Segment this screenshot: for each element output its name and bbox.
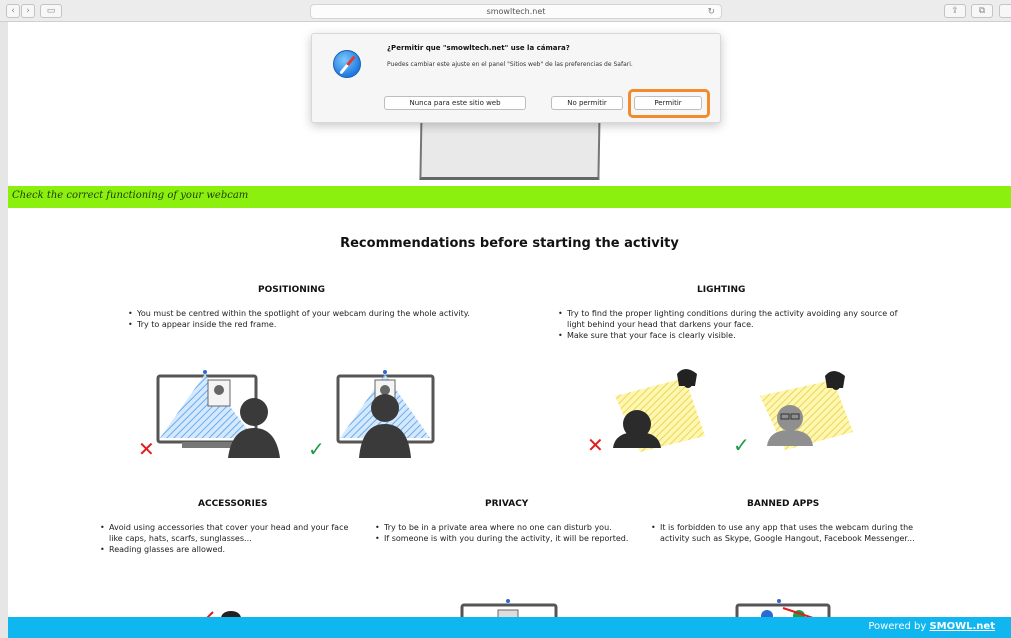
list-item: Make sure that your face is clearly visi… [557, 330, 902, 341]
url-text: smowltech.net [486, 7, 546, 16]
accessories-heading: ACCESSORIES [198, 499, 268, 509]
share-button[interactable]: ⇪ [944, 4, 966, 18]
list-item: Try to be in a private area where no one… [374, 522, 636, 533]
never-for-site-button[interactable]: Nunca para este sitio web [384, 96, 526, 110]
powered-by-prefix: Powered by [868, 621, 930, 632]
page-title: Recommendations before starting the acti… [340, 236, 679, 251]
list-item: If someone is with you during the activi… [374, 533, 636, 544]
lighting-illustration: ✕ ✓ [587, 369, 853, 457]
accessories-list: Avoid using accessories that cover your … [99, 522, 359, 555]
list-item: Try to find the proper lighting conditio… [557, 308, 902, 330]
browser-toolbar: ‹ › ▭ smowltech.net ↻ ⇪ ⧉ [0, 0, 1011, 22]
positioning-list: You must be centred within the spotlight… [127, 308, 472, 330]
correct-lighting-example: ✓ [733, 371, 853, 457]
webcam-check-banner: Check the correct functioning of your we… [8, 186, 1011, 208]
sidebar-icon: ▭ [46, 6, 56, 16]
dialog-title: ¿Permitir que "smowltech.net" use la cám… [387, 44, 570, 52]
accessories-illustration [206, 611, 241, 618]
tabs-button[interactable]: ⧉ [971, 4, 993, 18]
privacy-illustration [460, 599, 558, 618]
sidebar-button[interactable]: ▭ [40, 4, 62, 18]
list-item: It is forbidden to use any app that uses… [650, 522, 915, 544]
list-item: Avoid using accessories that cover your … [99, 522, 359, 544]
privacy-list: Try to be in a private area where no one… [374, 522, 636, 544]
positioning-heading: POSITIONING [258, 285, 326, 295]
check-icon: ✓ [308, 437, 325, 460]
window-edge [0, 22, 8, 638]
list-item: Reading glasses are allowed. [99, 544, 359, 555]
check-icon: ✓ [733, 433, 750, 457]
deny-button[interactable]: No permitir [551, 96, 623, 110]
tabs-icon: ⧉ [978, 6, 986, 16]
forward-button[interactable]: › [21, 4, 35, 18]
list-item: You must be centred within the spotlight… [127, 308, 472, 319]
privacy-heading: PRIVACY [485, 499, 529, 509]
positioning-illustration: ✕ ✓ [138, 370, 435, 460]
list-item: Try to appear inside the red frame. [127, 319, 472, 330]
new-tab-button[interactable] [999, 4, 1011, 18]
banned-apps-illustration [735, 599, 831, 618]
reload-icon[interactable]: ↻ [707, 5, 715, 19]
lighting-heading: LIGHTING [697, 285, 746, 295]
back-button[interactable]: ‹ [6, 4, 20, 18]
camera-permission-dialog: ¿Permitir que "smowltech.net" use la cám… [311, 33, 721, 123]
smowl-link[interactable]: SMOWL.net [929, 621, 995, 632]
safari-compass-icon [333, 50, 361, 78]
address-bar[interactable]: smowltech.net ↻ [310, 4, 722, 19]
forward-icon: › [26, 6, 30, 16]
banner-text: Check the correct functioning of your we… [12, 190, 249, 201]
dialog-message: Puedes cambiar este ajuste en el panel "… [387, 61, 633, 68]
back-icon: ‹ [11, 6, 15, 16]
correct-position-example: ✓ [308, 370, 435, 460]
banned-apps-list: It is forbidden to use any app that uses… [650, 522, 915, 544]
cross-icon: ✕ [138, 437, 155, 460]
allow-button[interactable]: Permitir [634, 96, 702, 110]
powered-by: Powered by SMOWL.net [868, 621, 995, 632]
cross-icon: ✕ [587, 433, 604, 457]
lighting-list: Try to find the proper lighting conditio… [557, 308, 902, 341]
footer-bar: Powered by SMOWL.net [8, 617, 1011, 638]
banned-apps-heading: BANNED APPS [747, 499, 820, 509]
wrong-lighting-example: ✕ [587, 369, 705, 457]
wrong-position-example: ✕ [138, 370, 280, 460]
share-icon: ⇪ [951, 6, 959, 16]
